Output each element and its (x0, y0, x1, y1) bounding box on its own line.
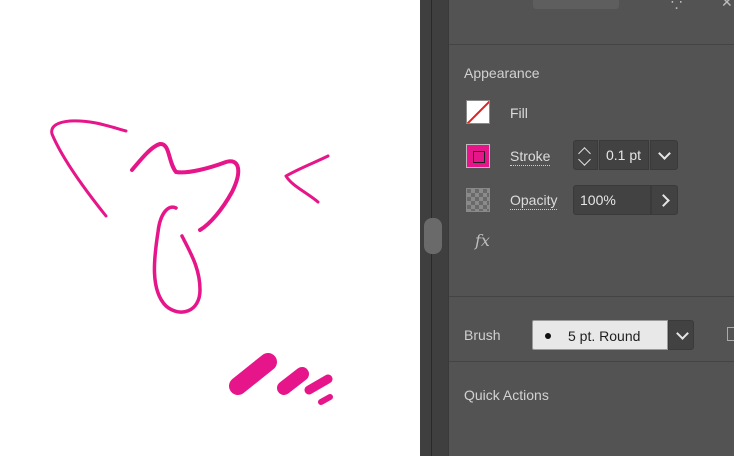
brush-sample-3 (304, 374, 333, 395)
appearance-title: Appearance (464, 65, 540, 81)
opacity-swatch (466, 188, 490, 212)
stroke-path-1 (50, 119, 128, 218)
stroke-label[interactable]: Stroke (510, 148, 551, 166)
brush-label: Brush (464, 327, 501, 343)
fill-label: Fill (510, 105, 528, 121)
section-divider (449, 361, 734, 362)
stroke-weight-stepper[interactable] (573, 140, 598, 170)
stroke-path-2 (130, 142, 241, 232)
brush-sample-2 (277, 367, 309, 395)
chevron-down-icon (676, 327, 689, 340)
brush-dot-icon (545, 333, 551, 339)
stroke-swatch[interactable] (466, 144, 490, 168)
opacity-label[interactable]: Opacity (510, 192, 558, 210)
stroke-path-3 (152, 205, 202, 314)
opacity-expand-button[interactable] (651, 185, 678, 215)
chevron-down-icon (658, 147, 671, 160)
brush-strokes-artwork (50, 119, 333, 405)
brush-select[interactable]: 5 pt. Round (532, 320, 668, 350)
brush-value: 5 pt. Round (568, 328, 641, 344)
fx-effects-icon[interactable]: fx (475, 231, 490, 250)
section-divider (449, 44, 734, 45)
top-panel-control[interactable] (533, 0, 619, 9)
panel-menu-icon[interactable]: ⁛ (671, 0, 682, 11)
brush-library-icon[interactable] (727, 327, 734, 341)
stroke-weight-input[interactable]: 0.1 pt (599, 140, 649, 170)
brush-sample-4 (318, 394, 333, 405)
stroke-path-4 (284, 154, 330, 204)
properties-panel: ⁛ ✕ Appearance Fill Stroke 0.1 pt Opacit… (448, 0, 734, 456)
canvas-scroll-handle[interactable] (424, 218, 442, 254)
section-divider (449, 296, 734, 297)
brush-sample-1 (229, 353, 277, 395)
opacity-input[interactable]: 100% (573, 185, 651, 215)
artboard-canvas[interactable] (0, 0, 420, 456)
brush-dropdown-button[interactable] (668, 320, 694, 350)
panel-close-icon[interactable]: ✕ (721, 0, 733, 11)
quick-actions-title: Quick Actions (464, 387, 549, 403)
stroke-weight-dropdown[interactable] (650, 140, 678, 170)
fill-swatch[interactable] (466, 100, 490, 124)
chevron-right-icon (657, 194, 670, 207)
